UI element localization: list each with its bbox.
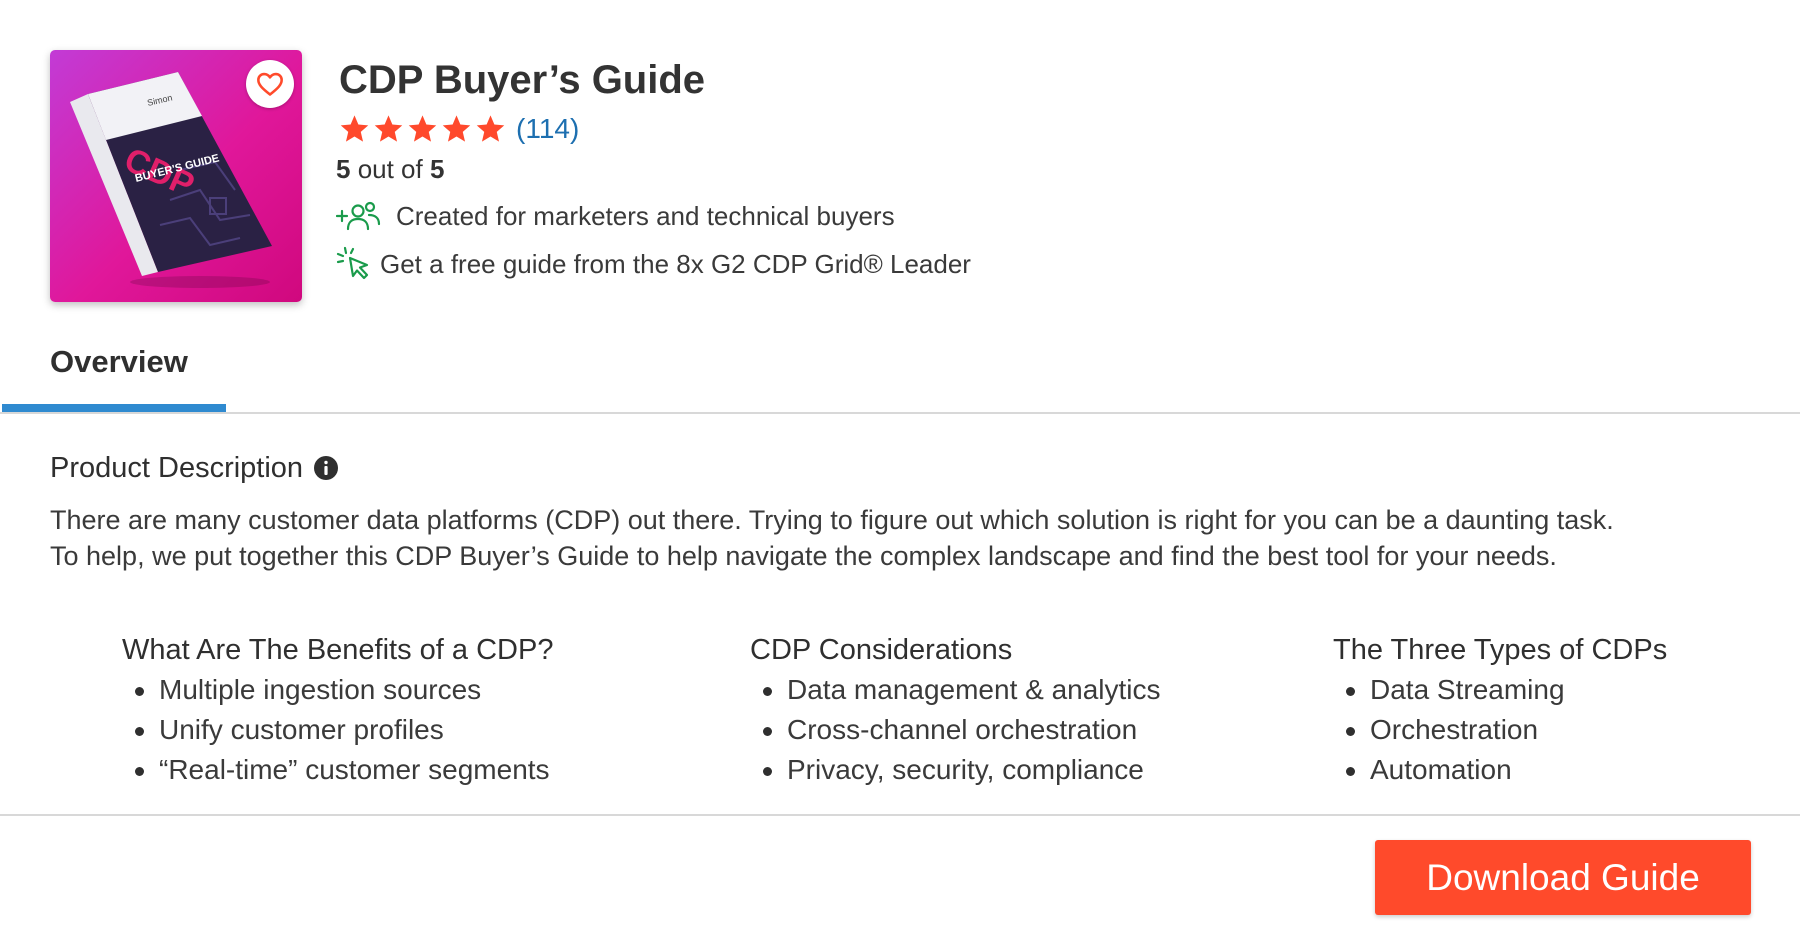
feature-audience: Created for marketers and technical buye… — [336, 198, 895, 234]
list-item: Data management & analytics — [763, 670, 1161, 710]
heart-icon — [257, 72, 283, 96]
bullet-list: Data management & analytics Cross-channe… — [750, 670, 1161, 790]
description-line: To help, we put together this CDP Buyer’… — [50, 541, 1557, 571]
column-heading: What Are The Benefits of a CDP? — [122, 634, 554, 666]
feature-free-guide: Get a free guide from the 8x G2 CDP Grid… — [336, 246, 971, 282]
product-description: There are many customer data platforms (… — [50, 502, 1750, 574]
tab-divider — [0, 412, 1800, 414]
star-rating — [338, 113, 507, 145]
list-item: Data Streaming — [1345, 670, 1667, 710]
star-icon — [442, 115, 471, 142]
list-item: Automation — [1345, 750, 1667, 790]
list-item: Privacy, security, compliance — [763, 750, 1161, 790]
user-add-icon — [336, 200, 382, 232]
list-item: Cross-channel orchestration — [763, 710, 1161, 750]
active-tab-indicator — [2, 404, 226, 412]
cursor-click-icon — [336, 246, 374, 282]
list-item: “Real-time” customer segments — [134, 750, 553, 790]
list-item: Unify customer profiles — [134, 710, 553, 750]
score-max: 5 — [429, 154, 445, 184]
review-count-link[interactable]: (114) — [516, 113, 579, 145]
types-column: The Three Types of CDPs Data Streaming O… — [1333, 630, 1667, 790]
feature-text: Get a free guide from the 8x G2 CDP Grid… — [380, 248, 971, 279]
product-description-heading: Product Description — [50, 448, 339, 488]
star-icon — [408, 115, 437, 142]
section-title: Product Description — [50, 451, 304, 484]
considerations-column: CDP Considerations Data management & ana… — [750, 630, 1161, 790]
feature-text: Created for marketers and technical buye… — [396, 200, 895, 231]
star-icon — [374, 115, 403, 142]
bullet-list: Data Streaming Orchestration Automation — [1333, 670, 1667, 790]
info-icon[interactable] — [313, 455, 339, 481]
list-item: Multiple ingestion sources — [134, 670, 553, 710]
benefits-column: What Are The Benefits of a CDP? Multiple… — [122, 630, 553, 790]
tab-overview[interactable]: Overview — [50, 342, 188, 382]
description-line: There are many customer data platforms (… — [50, 505, 1614, 535]
product-title: CDP Buyer’s Guide — [339, 58, 706, 102]
favorite-button[interactable] — [246, 60, 294, 108]
column-heading: CDP Considerations — [750, 634, 1013, 666]
score-value: 5 — [336, 154, 351, 184]
list-item: Orchestration — [1345, 710, 1667, 750]
bullet-list: Multiple ingestion sources Unify custome… — [122, 670, 553, 790]
download-guide-button[interactable]: Download Guide — [1375, 840, 1751, 915]
rating-score: 5 out of 5 — [336, 152, 444, 186]
footer-divider — [0, 814, 1800, 816]
column-heading: The Three Types of CDPs — [1333, 634, 1668, 666]
star-icon — [340, 115, 369, 142]
rating-row: (114) — [338, 110, 579, 148]
star-icon — [476, 115, 505, 142]
score-middle: out of — [350, 154, 430, 184]
